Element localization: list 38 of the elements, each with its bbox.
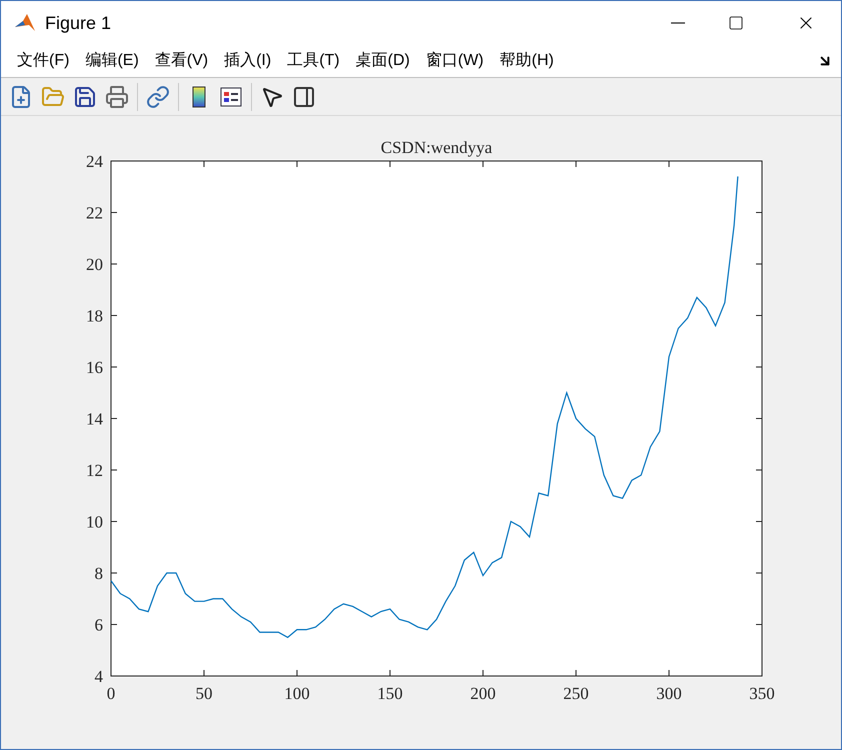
maximize-icon: [728, 15, 744, 31]
menu-item[interactable]: 查看(V): [146, 49, 216, 73]
y-tick-label: 8: [94, 564, 103, 583]
chart-title: CSDN:wendyya: [380, 138, 492, 157]
menu-item[interactable]: 文件(F): [9, 49, 78, 73]
save-icon: [73, 84, 97, 108]
x-tick-label: 250: [563, 684, 589, 703]
y-tick-label: 18: [86, 306, 103, 326]
menu-item[interactable]: 窗口(W): [418, 49, 492, 73]
y-tick-label: 20: [86, 255, 103, 274]
menu-item[interactable]: 编辑(E): [77, 49, 147, 73]
y-tick-label: 12: [86, 461, 103, 480]
menu-item[interactable]: 工具(T): [279, 49, 348, 73]
minimize-icon: [671, 22, 685, 24]
x-tick-label: 50: [196, 684, 212, 703]
y-tick-label: 10: [86, 512, 103, 532]
y-tick-label: 6: [94, 616, 103, 634]
x-tick-label: 0: [106, 684, 116, 703]
folder-icon: [41, 84, 65, 108]
x-tick-label: 150: [377, 684, 403, 703]
menu-item[interactable]: 插入(I): [216, 49, 280, 73]
link-icon: [146, 84, 170, 108]
y-tick-label: 4: [94, 667, 103, 686]
x-tick-label: 350: [749, 684, 775, 703]
y-tick-label: 14: [86, 410, 103, 428]
legend-icon: [219, 84, 243, 108]
x-tick-label: 200: [470, 684, 496, 703]
new-file-icon: [9, 84, 33, 108]
y-tick-label: 16: [86, 358, 103, 377]
window-title: Figure 1: [45, 12, 112, 35]
menu-item[interactable]: 桌面(D): [348, 49, 418, 73]
x-tick-label: 300: [656, 684, 682, 703]
y-tick-label: 24: [86, 152, 103, 171]
printer-icon: [105, 84, 129, 108]
y-tick-label: 22: [86, 204, 103, 222]
menu-item[interactable]: 帮助(H): [492, 49, 562, 73]
panel-icon: [292, 84, 316, 108]
x-tick-label: 100: [284, 684, 310, 703]
